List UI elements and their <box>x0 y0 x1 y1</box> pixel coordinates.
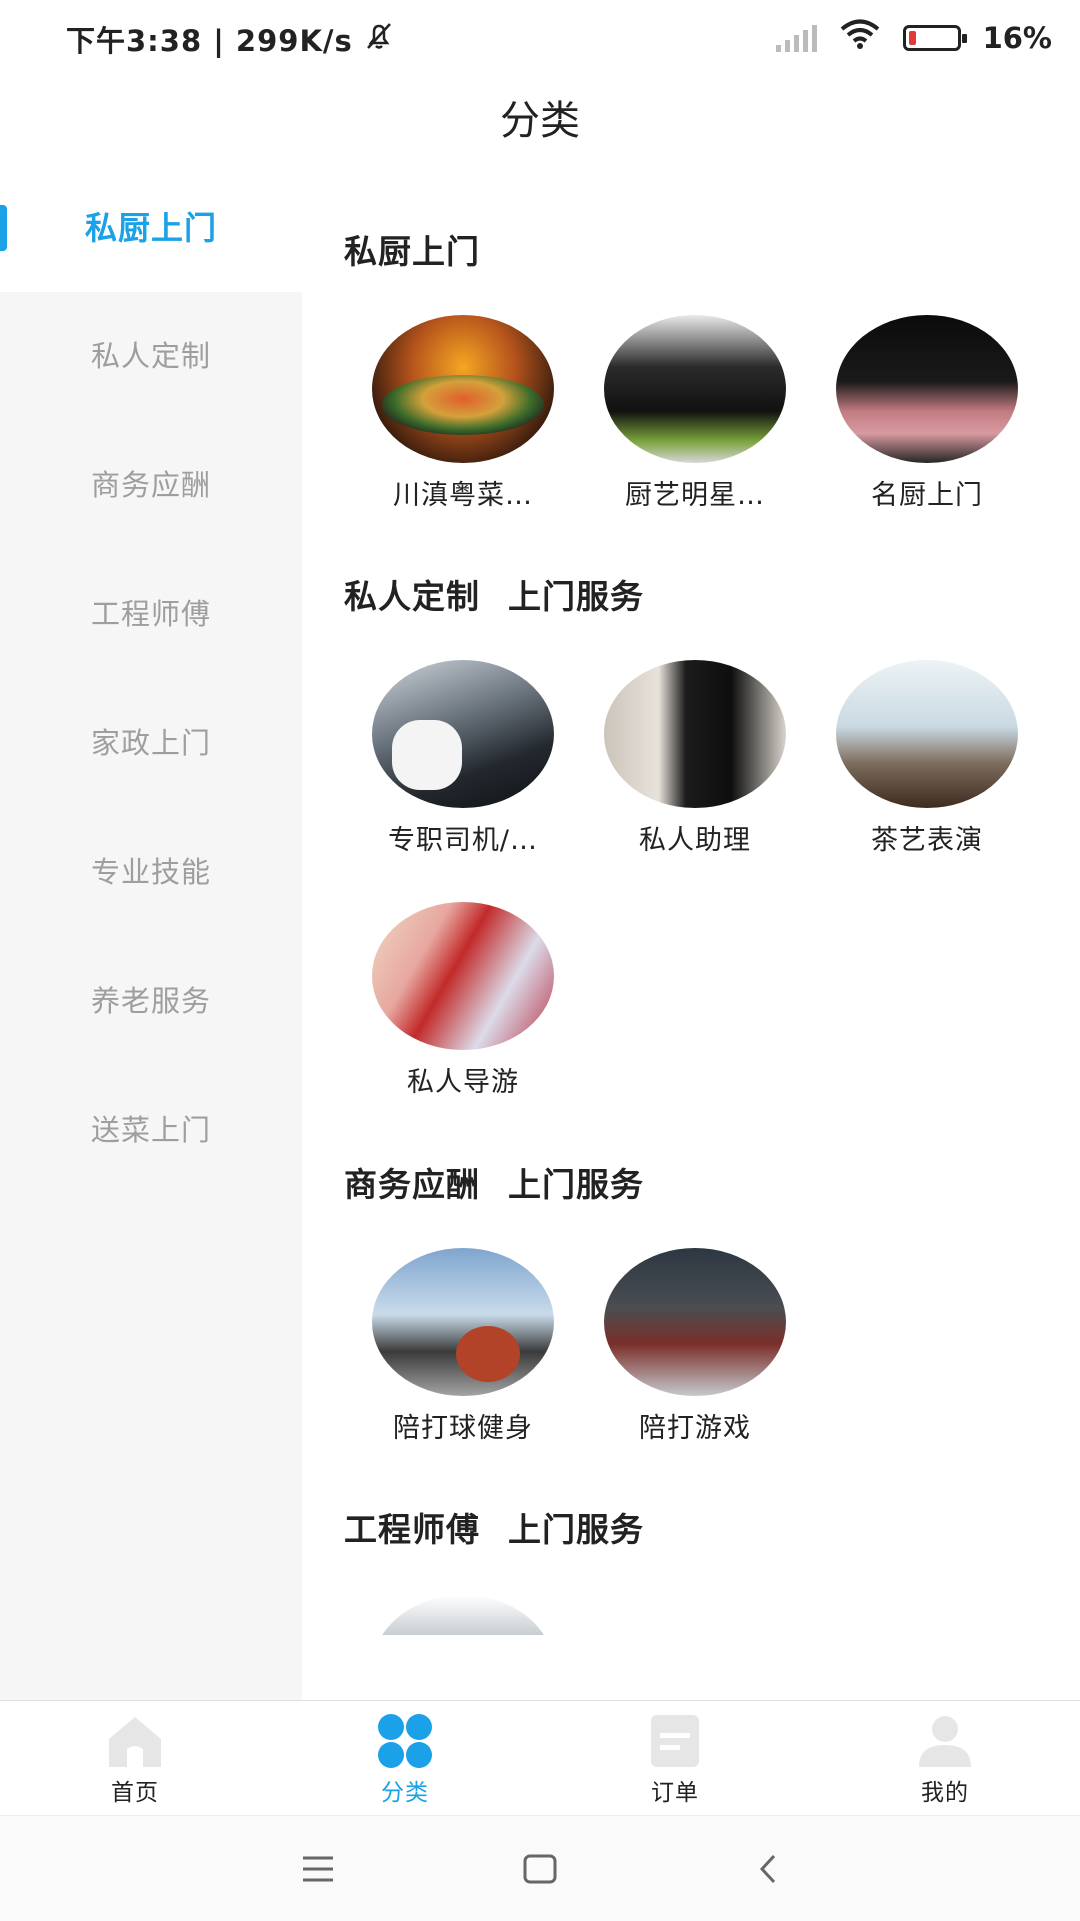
nav-label: 分类 <box>381 1780 429 1806</box>
service-tile[interactable]: 专职司机/… <box>367 660 599 856</box>
section-title: 私厨上门 <box>344 225 480 273</box>
section-title-main: 私厨上门 <box>344 232 480 271</box>
section-title: 私人定制 上门服务 <box>344 570 644 618</box>
service-image <box>372 902 554 1050</box>
nav-category[interactable]: 分类 <box>325 1701 485 1815</box>
section-title-sub: 上门服务 <box>508 1165 644 1204</box>
service-label: 茶艺表演 <box>871 825 983 856</box>
category-content: 私厨上门 川滇粤菜… 厨艺明星… 名厨上门 私人定制 上门服务 专职司机/… 私人… <box>302 165 1080 1635</box>
sidebar-item-label: 私人定制 <box>90 339 211 373</box>
time-and-speed: 下午3:38 | 299K/s <box>66 24 353 58</box>
service-label: 川滇粤菜… <box>393 480 533 511</box>
service-tile[interactable]: 私人助理 <box>599 660 831 856</box>
mute-bell-icon <box>363 21 395 58</box>
status-left: 下午3:38 | 299K/s <box>66 18 395 60</box>
sidebar-item-housekeeping[interactable]: 家政上门 <box>0 679 302 808</box>
bottom-nav: 首页 分类 订单 我的 <box>0 1700 1080 1815</box>
category-sidebar: 私厨上门 私人定制 商务应酬 工程师傅 家政上门 专业技能 养老服务 送菜上门 <box>0 165 302 1700</box>
section-grid: 专职司机/… 私人助理 茶艺表演 私人导游 <box>367 660 1067 1098</box>
service-label: 私人助理 <box>639 825 751 856</box>
home-icon <box>109 1717 161 1767</box>
service-image <box>372 315 554 463</box>
category-icon <box>378 1714 432 1768</box>
service-label: 私人导游 <box>407 1067 519 1098</box>
status-bar: 下午3:38 | 299K/s 16% <box>0 0 1080 80</box>
sidebar-item-engineer[interactable]: 工程师傅 <box>0 550 302 679</box>
menu-icon[interactable] <box>268 1816 368 1921</box>
nav-label: 订单 <box>651 1780 699 1806</box>
nav-profile[interactable]: 我的 <box>865 1701 1025 1815</box>
sidebar-item-label: 家政上门 <box>90 726 211 760</box>
service-image <box>604 315 786 463</box>
service-label: 陪打球健身 <box>393 1413 533 1444</box>
service-tile[interactable]: 私人导游 <box>367 902 599 1098</box>
service-label: 厨艺明星… <box>625 480 765 511</box>
section-title-sub: 上门服务 <box>508 1510 644 1549</box>
sidebar-item-label: 工程师傅 <box>90 597 211 631</box>
service-tile[interactable] <box>367 1595 599 1635</box>
sidebar-item-private-custom[interactable]: 私人定制 <box>0 292 302 421</box>
section-title-main: 商务应酬 <box>344 1165 480 1204</box>
service-label: 专职司机/… <box>387 825 539 856</box>
service-label: 陪打游戏 <box>639 1413 751 1444</box>
service-tile[interactable]: 名厨上门 <box>831 315 1063 511</box>
nav-home[interactable]: 首页 <box>55 1701 215 1815</box>
sidebar-item-label: 专业技能 <box>90 855 211 889</box>
battery-icon <box>902 24 967 51</box>
section-title-main: 工程师傅 <box>344 1510 480 1549</box>
section-grid <box>367 1595 1067 1635</box>
battery-percent: 16% <box>982 20 1052 55</box>
sidebar-item-label: 送菜上门 <box>90 1113 211 1147</box>
sidebar-item-skills[interactable]: 专业技能 <box>0 808 302 937</box>
home-square-icon[interactable] <box>490 1816 590 1921</box>
active-indicator <box>0 205 7 251</box>
sidebar-item-label: 养老服务 <box>90 984 211 1018</box>
section-title-sub: 上门服务 <box>508 577 644 616</box>
service-tile[interactable]: 茶艺表演 <box>831 660 1063 856</box>
nav-label: 首页 <box>111 1780 159 1806</box>
service-image <box>604 1248 786 1396</box>
service-image <box>372 1595 554 1635</box>
service-tile[interactable]: 厨艺明星… <box>599 315 831 511</box>
service-tile[interactable]: 陪打游戏 <box>599 1248 831 1444</box>
sidebar-item-elderly-care[interactable]: 养老服务 <box>0 937 302 1066</box>
status-right: 16% <box>775 18 1052 57</box>
service-label: 名厨上门 <box>871 480 983 511</box>
section-title-main: 私人定制 <box>344 577 480 616</box>
sidebar-item-label: 商务应酬 <box>90 468 211 502</box>
sidebar-item-label: 私厨上门 <box>84 209 217 247</box>
sidebar-item-private-chef[interactable]: 私厨上门 <box>0 165 302 292</box>
sidebar-item-grocery[interactable]: 送菜上门 <box>0 1066 302 1195</box>
section-grid: 陪打球健身 陪打游戏 <box>367 1248 1067 1444</box>
service-image <box>604 660 786 808</box>
service-image <box>836 315 1018 463</box>
back-icon[interactable] <box>718 1816 818 1921</box>
service-image <box>372 1248 554 1396</box>
nav-orders[interactable]: 订单 <box>595 1701 755 1815</box>
nav-label: 我的 <box>921 1780 969 1806</box>
system-nav-bar <box>0 1815 1080 1921</box>
service-image <box>372 660 554 808</box>
section-title: 工程师傅 上门服务 <box>344 1503 644 1551</box>
sidebar-item-business[interactable]: 商务应酬 <box>0 421 302 550</box>
section-title: 商务应酬 上门服务 <box>344 1158 644 1206</box>
service-image <box>836 660 1018 808</box>
profile-icon <box>919 1716 971 1767</box>
service-tile[interactable]: 川滇粤菜… <box>367 315 599 511</box>
signal-icon <box>775 24 817 52</box>
section-grid: 川滇粤菜… 厨艺明星… 名厨上门 <box>367 315 1067 511</box>
page-title: 分类 <box>500 98 580 144</box>
service-tile[interactable]: 陪打球健身 <box>367 1248 599 1444</box>
wifi-icon <box>839 18 881 57</box>
order-icon <box>651 1715 699 1767</box>
